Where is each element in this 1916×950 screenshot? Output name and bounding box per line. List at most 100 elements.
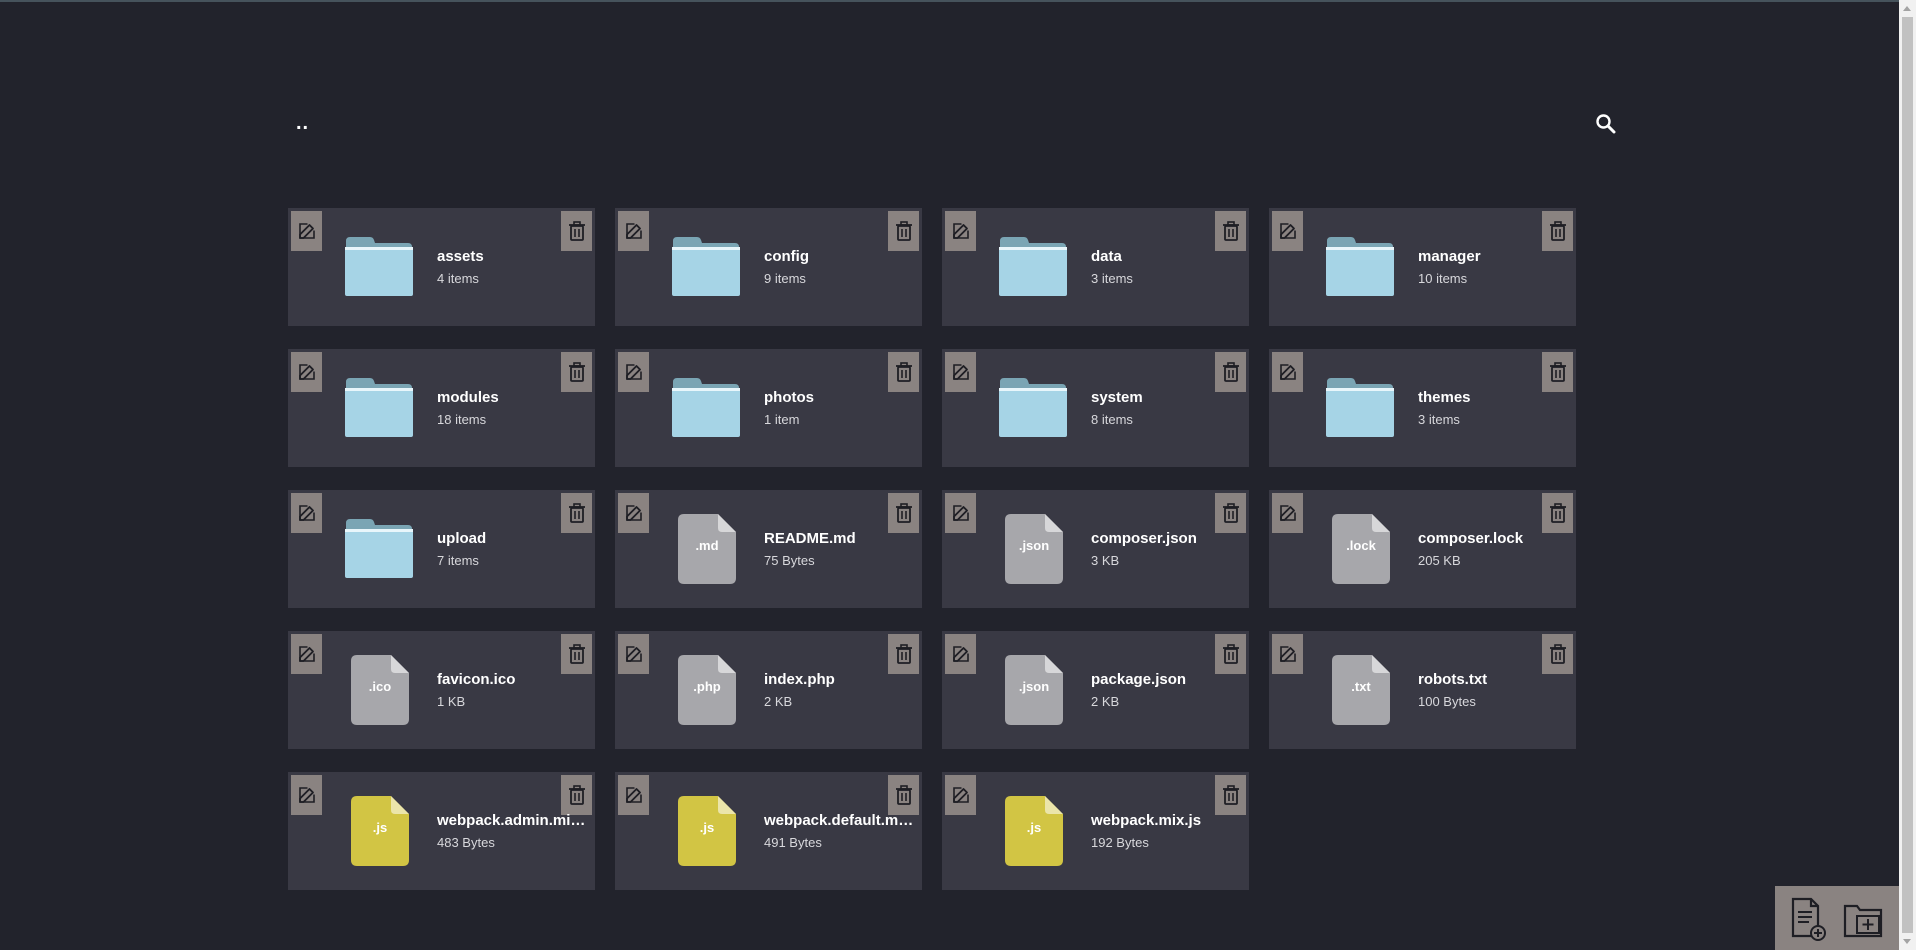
item-name[interactable]: photos (764, 389, 916, 406)
item-size: 1 item (764, 412, 800, 427)
rename-button[interactable] (945, 775, 976, 815)
rename-button[interactable] (1272, 634, 1303, 674)
folder-icon (345, 519, 413, 578)
edit-icon (297, 503, 317, 523)
folder-card[interactable]: photos 1 item (615, 349, 922, 467)
delete-button[interactable] (1215, 775, 1246, 815)
item-name[interactable]: themes (1418, 389, 1570, 406)
delete-button[interactable] (561, 211, 592, 251)
delete-button[interactable] (1215, 493, 1246, 533)
trash-icon (895, 785, 913, 805)
item-name[interactable]: index.php (764, 671, 916, 688)
item-name[interactable]: composer.lock (1418, 530, 1570, 547)
delete-button[interactable] (1542, 493, 1573, 533)
edit-icon (624, 785, 644, 805)
rename-button[interactable] (291, 634, 322, 674)
item-name[interactable]: manager (1418, 248, 1570, 265)
rename-button[interactable] (291, 211, 322, 251)
rename-button[interactable] (945, 352, 976, 392)
item-name[interactable]: favicon.ico (437, 671, 589, 688)
trash-icon (1549, 644, 1567, 664)
item-name[interactable]: robots.txt (1418, 671, 1570, 688)
rename-button[interactable] (618, 775, 649, 815)
item-name[interactable]: assets (437, 248, 589, 265)
delete-button[interactable] (1215, 634, 1246, 674)
folder-card[interactable]: config 9 items (615, 208, 922, 326)
file-card[interactable]: .json composer.json 3 KB (942, 490, 1249, 608)
delete-button[interactable] (888, 493, 919, 533)
delete-button[interactable] (888, 775, 919, 815)
item-name[interactable]: webpack.mix.js (1091, 812, 1243, 829)
item-name[interactable]: data (1091, 248, 1243, 265)
delete-button[interactable] (561, 352, 592, 392)
delete-button[interactable] (888, 211, 919, 251)
file-card[interactable]: .js webpack.admin.mix.js 483 Bytes (288, 772, 595, 890)
item-size: 9 items (764, 271, 806, 286)
rename-button[interactable] (1272, 493, 1303, 533)
folder-card[interactable]: data 3 items (942, 208, 1249, 326)
file-card[interactable]: .txt robots.txt 100 Bytes (1269, 631, 1576, 749)
vertical-scrollbar[interactable] (1899, 0, 1916, 950)
file-card[interactable]: .ico favicon.ico 1 KB (288, 631, 595, 749)
rename-button[interactable] (618, 493, 649, 533)
file-card[interactable]: .lock composer.lock 205 KB (1269, 490, 1576, 608)
item-size: 205 KB (1418, 553, 1461, 568)
new-file-button[interactable] (1785, 896, 1829, 942)
delete-button[interactable] (1542, 352, 1573, 392)
file-card[interactable]: .md README.md 75 Bytes (615, 490, 922, 608)
item-name[interactable]: webpack.default.mix.js (764, 812, 916, 829)
folder-card[interactable]: manager 10 items (1269, 208, 1576, 326)
rename-button[interactable] (1272, 211, 1303, 251)
folder-card[interactable]: themes 3 items (1269, 349, 1576, 467)
file-extension-label: .ico (368, 679, 392, 694)
rename-button[interactable] (291, 775, 322, 815)
trash-icon (1222, 362, 1240, 382)
trash-icon (1222, 221, 1240, 241)
delete-button[interactable] (888, 634, 919, 674)
item-meta: manager 10 items (1418, 248, 1570, 286)
parent-directory-link[interactable]: .. (296, 112, 309, 135)
rename-button[interactable] (945, 634, 976, 674)
scroll-down-arrow[interactable] (1903, 939, 1911, 944)
delete-button[interactable] (1215, 211, 1246, 251)
item-name[interactable]: upload (437, 530, 589, 547)
scroll-thumb[interactable] (1902, 17, 1913, 933)
edit-icon (1278, 221, 1298, 241)
rename-button[interactable] (291, 352, 322, 392)
rename-button[interactable] (291, 493, 322, 533)
item-name[interactable]: config (764, 248, 916, 265)
delete-button[interactable] (561, 775, 592, 815)
delete-button[interactable] (1542, 634, 1573, 674)
delete-button[interactable] (561, 634, 592, 674)
folder-card[interactable]: assets 4 items (288, 208, 595, 326)
file-card[interactable]: .php index.php 2 KB (615, 631, 922, 749)
file-card[interactable]: .json package.json 2 KB (942, 631, 1249, 749)
folder-card[interactable]: modules 18 items (288, 349, 595, 467)
rename-button[interactable] (945, 493, 976, 533)
js-file-icon: .js (678, 796, 736, 866)
file-extension-label: .md (695, 538, 719, 553)
rename-button[interactable] (945, 211, 976, 251)
item-name[interactable]: webpack.admin.mix.js (437, 812, 589, 829)
item-meta: themes 3 items (1418, 389, 1570, 427)
folder-card[interactable]: system 8 items (942, 349, 1249, 467)
search-button[interactable] (1594, 112, 1618, 136)
delete-button[interactable] (1542, 211, 1573, 251)
item-name[interactable]: system (1091, 389, 1243, 406)
scroll-up-arrow[interactable] (1903, 6, 1911, 11)
new-folder-button[interactable] (1841, 896, 1885, 942)
delete-button[interactable] (888, 352, 919, 392)
folder-card[interactable]: upload 7 items (288, 490, 595, 608)
item-name[interactable]: modules (437, 389, 589, 406)
delete-button[interactable] (1215, 352, 1246, 392)
file-card[interactable]: .js webpack.default.mix.js 491 Bytes (615, 772, 922, 890)
item-name[interactable]: composer.json (1091, 530, 1243, 547)
rename-button[interactable] (618, 352, 649, 392)
rename-button[interactable] (618, 634, 649, 674)
rename-button[interactable] (618, 211, 649, 251)
delete-button[interactable] (561, 493, 592, 533)
item-name[interactable]: package.json (1091, 671, 1243, 688)
rename-button[interactable] (1272, 352, 1303, 392)
item-name[interactable]: README.md (764, 530, 916, 547)
file-card[interactable]: .js webpack.mix.js 192 Bytes (942, 772, 1249, 890)
